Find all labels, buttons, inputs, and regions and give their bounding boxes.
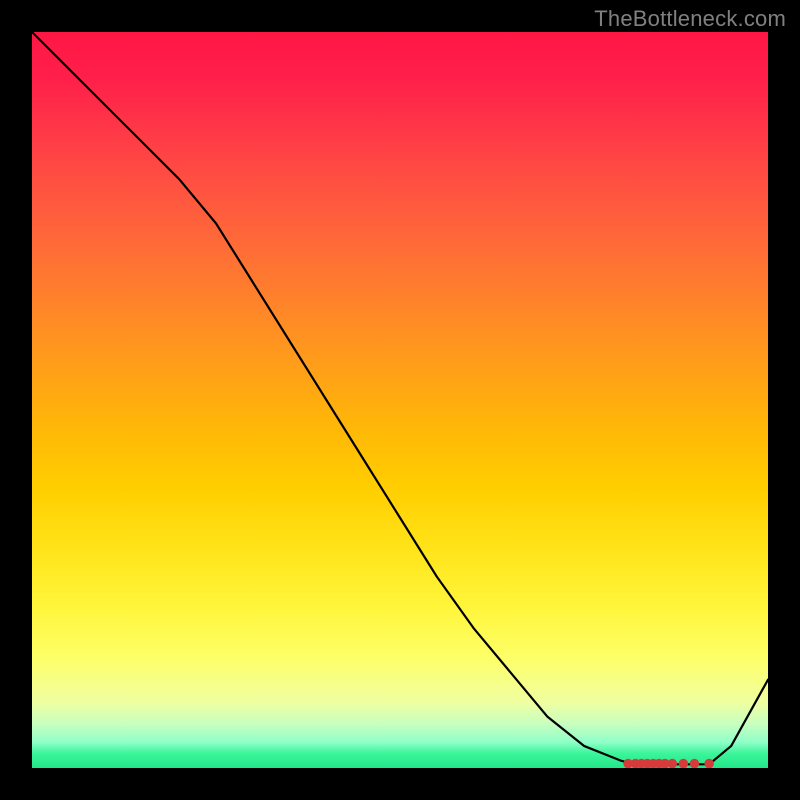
chart-svg (32, 32, 768, 768)
line-series (32, 32, 768, 764)
marker-dot (668, 759, 678, 768)
watermark-label: TheBottleneck.com (594, 6, 786, 32)
marker-dot (679, 759, 689, 768)
plot-area (32, 32, 768, 768)
marker-dot (690, 759, 700, 768)
marker-dot (704, 759, 714, 768)
chart-canvas: TheBottleneck.com (0, 0, 800, 800)
